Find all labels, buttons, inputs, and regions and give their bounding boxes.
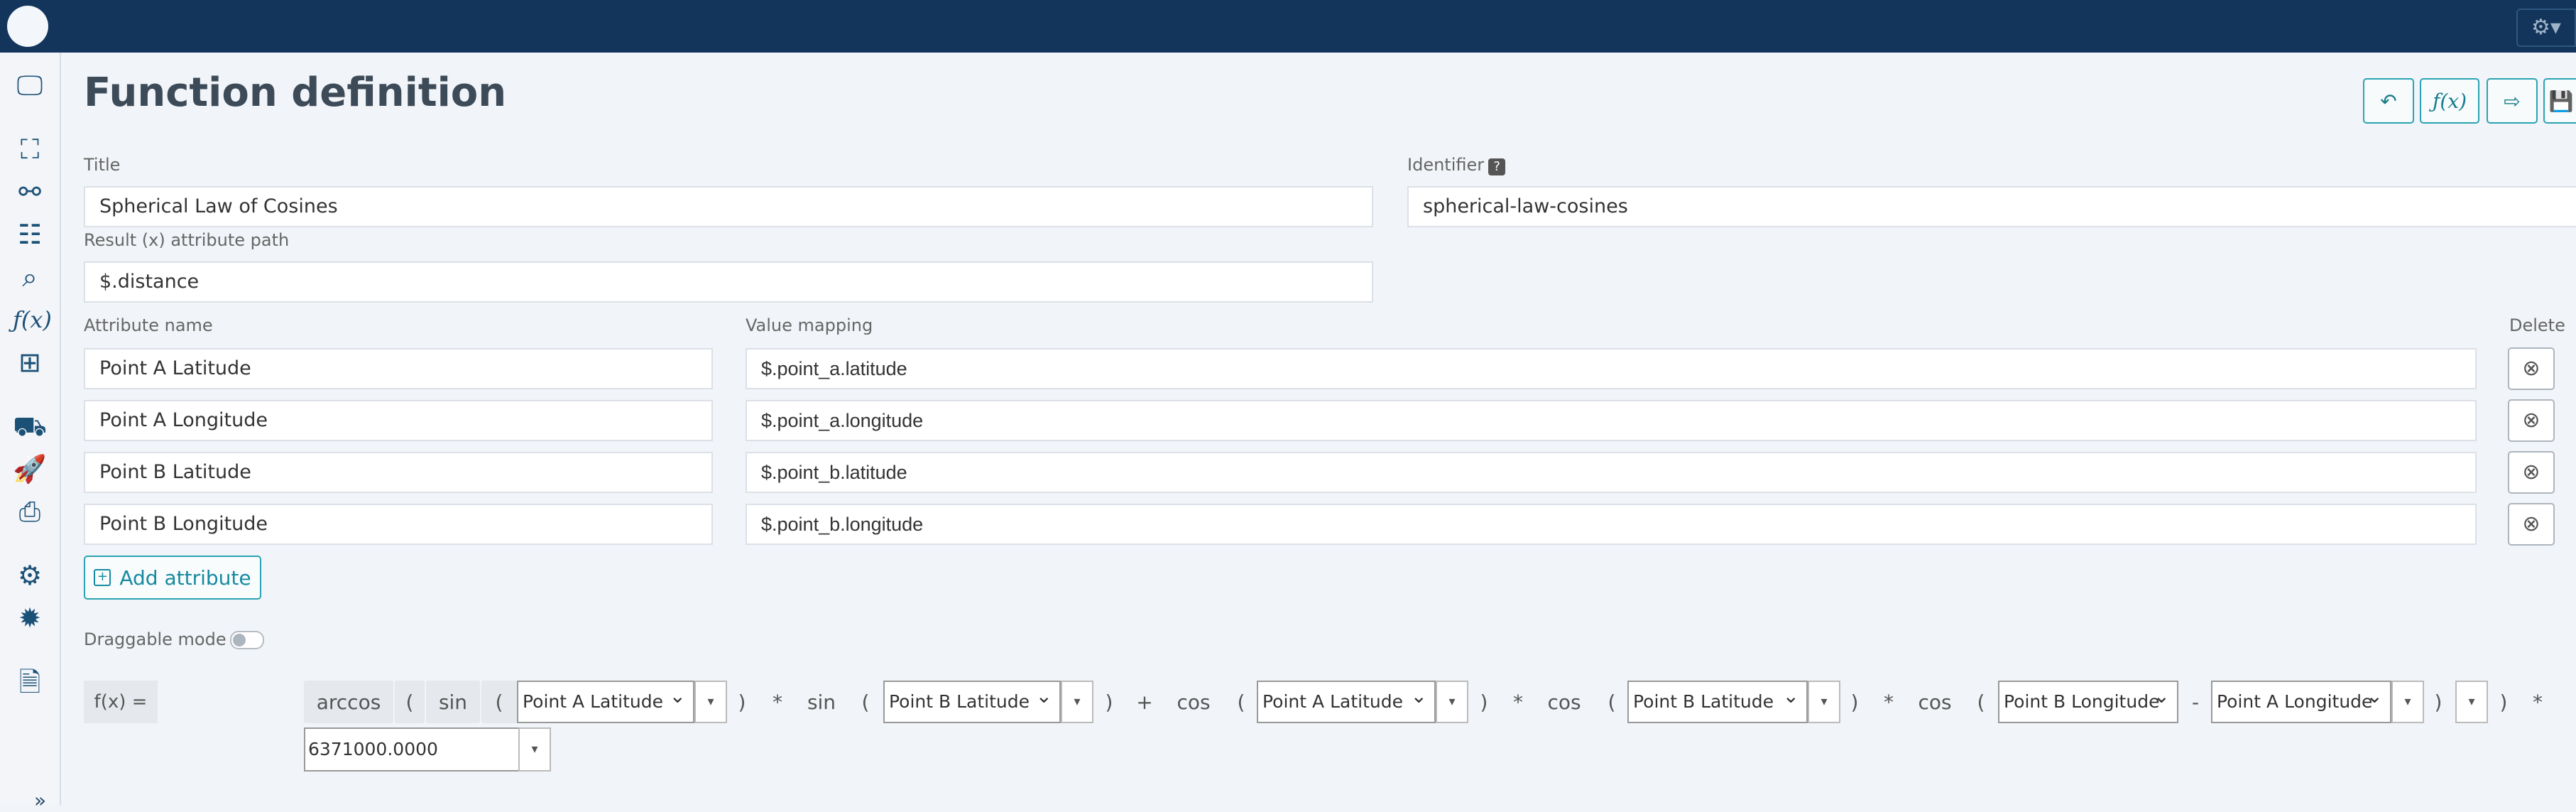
export-button[interactable]: ⇨	[2487, 78, 2538, 124]
formula-token[interactable]: cos	[1538, 681, 1590, 723]
formula-token[interactable]: +	[1130, 681, 1159, 723]
formula-token[interactable]: (	[395, 681, 425, 723]
function-preview-button[interactable]: ƒ(x)	[2420, 78, 2479, 124]
document-icon[interactable]: 🗎	[13, 665, 47, 699]
app-logo[interactable]	[7, 6, 48, 47]
delete-attribute-button[interactable]: ⊗	[2508, 451, 2555, 494]
function-icon[interactable]: ƒ(x)	[13, 303, 52, 337]
formula-token[interactable]: arccos	[304, 681, 393, 723]
formula-token[interactable]: -	[2183, 681, 2208, 723]
value-mapping-input[interactable]: $.point_a.longitude	[746, 400, 2477, 441]
value-mapping-input[interactable]: $.point_a.latitude	[746, 348, 2477, 389]
attribute-select[interactable]: Point B Longitude	[1998, 681, 2178, 723]
formula-token[interactable]: *	[1876, 681, 1901, 723]
attribute-name-input[interactable]: Point A Longitude	[84, 400, 713, 441]
add-attribute-button[interactable]: + Add attribute	[84, 556, 261, 600]
title-input[interactable]: Spherical Law of Cosines	[84, 186, 1373, 227]
formula-token[interactable]: *	[2525, 681, 2550, 723]
settings-gear-icon[interactable]: ⚙▾	[2516, 9, 2576, 47]
attribute-select[interactable]: Point A Longitude	[2211, 681, 2391, 723]
formula-token[interactable]: )	[733, 681, 751, 723]
draggable-mode-toggle[interactable]	[230, 631, 264, 649]
token-dropdown[interactable]: ▾	[694, 681, 727, 723]
formula-token[interactable]: cos	[1169, 681, 1218, 723]
formula-token[interactable]: )	[1098, 681, 1120, 723]
hierarchy-icon[interactable]: ⛶	[13, 132, 47, 166]
attribute-name-header: Attribute name	[84, 315, 213, 335]
workflow-icon[interactable]: ⚯	[13, 175, 47, 209]
token-dropdown[interactable]: ▾	[1436, 681, 1468, 723]
token-dropdown[interactable]: ▾	[2391, 681, 2424, 723]
attribute-select[interactable]: Point B Latitude	[883, 681, 1061, 723]
search-inspect-icon[interactable]: ⌕	[13, 260, 47, 294]
value-mapping-input[interactable]: $.point_b.longitude	[746, 504, 2477, 545]
page-title: Function definition	[84, 70, 507, 116]
sidebar: 🖵 ⛶ ⚯ ☷ ⌕ ƒ(x) ⊞ ⛟ 🚀 ⎙ ⚙ ✹ 🗎 »	[0, 53, 61, 812]
save-button[interactable]: 💾	[2543, 78, 2576, 124]
attribute-select[interactable]: Point A Latitude	[517, 681, 694, 723]
top-navigation-bar: ⚙▾	[0, 0, 2576, 53]
token-dropdown[interactable]: ▾	[1808, 681, 1840, 723]
formula-token[interactable]: (	[1227, 681, 1255, 723]
draggable-mode-label: Draggable mode	[84, 629, 227, 649]
attribute-select[interactable]: Point A Latitude	[1257, 681, 1436, 723]
token-dropdown[interactable]: ▾	[1061, 681, 1093, 723]
formula-token[interactable]: cos	[1909, 681, 1961, 723]
expand-sidebar-icon[interactable]: »	[34, 789, 46, 812]
transport-icon[interactable]: ⛟	[13, 409, 47, 443]
formula-token[interactable]: )	[2427, 681, 2450, 723]
token-dropdown[interactable]: ▾	[2455, 681, 2488, 723]
plus-square-icon: +	[94, 569, 111, 586]
delete-attribute-button[interactable]: ⊗	[2508, 503, 2555, 546]
formula-token[interactable]: (	[851, 681, 880, 723]
formula-token[interactable]: *	[761, 681, 794, 723]
delete-header: Delete	[2509, 315, 2565, 335]
formula-token[interactable]: )	[2492, 681, 2515, 723]
formula-token[interactable]: (	[481, 681, 517, 723]
help-icon[interactable]: ?	[1488, 158, 1506, 175]
formula-token[interactable]: *	[1505, 681, 1531, 723]
constant-input[interactable]: 6371000.0000	[304, 727, 521, 772]
formula-token[interactable]: sin	[798, 681, 845, 723]
result-path-label: Result (x) attribute path	[84, 230, 290, 250]
value-mapping-header: Value mapping	[746, 315, 873, 335]
add-attribute-label: Add attribute	[119, 565, 251, 590]
identifier-input[interactable]: spherical-law-cosines	[1407, 186, 2576, 227]
token-dropdown[interactable]: ▾	[518, 727, 551, 772]
result-path-input[interactable]: $.distance	[84, 261, 1373, 303]
value-mapping-input[interactable]: $.point_b.latitude	[746, 452, 2477, 493]
formula-token[interactable]: )	[1843, 681, 1866, 723]
attribute-select[interactable]: Point B Latitude	[1627, 681, 1808, 723]
delete-attribute-button[interactable]: ⊗	[2508, 347, 2555, 390]
formula-token[interactable]: (	[1967, 681, 1995, 723]
formula-token[interactable]: (	[1598, 681, 1626, 723]
formula-token[interactable]: sin	[426, 681, 480, 723]
gear-cycle-icon[interactable]: ⚙	[13, 558, 47, 592]
attribute-name-input[interactable]: Point B Latitude	[84, 452, 713, 493]
attribute-name-input[interactable]: Point B Longitude	[84, 504, 713, 545]
formula-label: f(x) =	[84, 681, 158, 723]
identifier-label: Identifier?	[1407, 155, 1506, 175]
grid-icon[interactable]: ⊞	[13, 345, 47, 379]
title-label: Title	[84, 155, 121, 175]
dashboard-icon[interactable]: 🖵	[13, 68, 47, 102]
undo-button[interactable]: ↶	[2363, 78, 2414, 124]
cog-icon[interactable]: ✹	[13, 601, 47, 635]
delete-attribute-button[interactable]: ⊗	[2508, 399, 2555, 442]
formula-token[interactable]: )	[1473, 681, 1495, 723]
identifier-label-text: Identifier	[1407, 155, 1485, 175]
rocket-icon[interactable]: 🚀	[13, 452, 47, 486]
table-icon[interactable]: ☷	[13, 217, 47, 251]
attribute-name-input[interactable]: Point A Latitude	[84, 348, 713, 389]
monitor-check-icon[interactable]: ⎙	[13, 494, 47, 529]
